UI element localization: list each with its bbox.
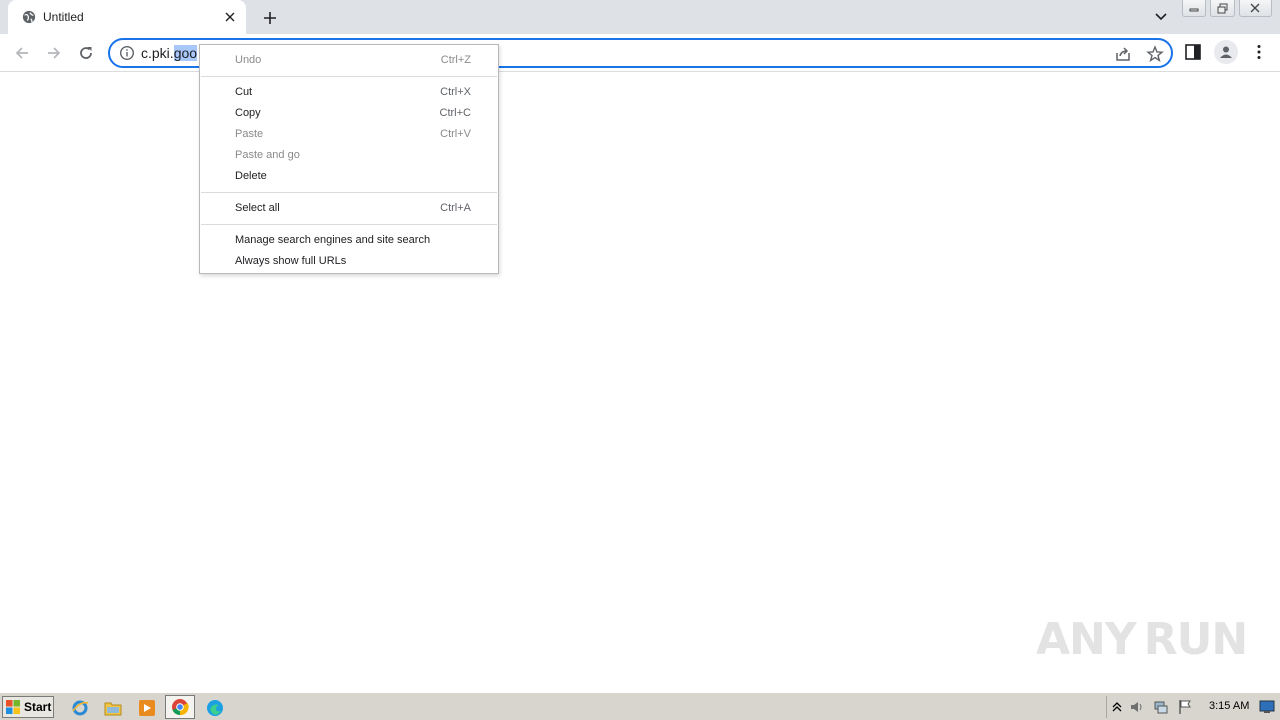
new-tab-icon[interactable] (259, 7, 281, 29)
menu-item-shortcut: Ctrl+C (439, 107, 471, 119)
url-unselected: c.pki. (141, 45, 174, 61)
menu-item-label: Copy (235, 107, 261, 119)
menu-item-undo[interactable]: Undo Ctrl+Z (200, 50, 498, 71)
context-menu: Undo Ctrl+Z Cut Ctrl+X Copy Ctrl+C Paste… (199, 44, 499, 274)
menu-item-shortcut: Ctrl+V (440, 128, 471, 140)
back-arrow-icon[interactable] (10, 41, 34, 65)
menu-item-shortcut: Ctrl+Z (440, 54, 471, 66)
menu-item-shortcut: Ctrl+A (440, 202, 471, 214)
more-menu-icon[interactable] (1250, 42, 1268, 62)
forward-arrow-icon[interactable] (42, 41, 66, 65)
start-button[interactable]: Start (2, 696, 54, 718)
url-selection: goo (173, 45, 198, 61)
system-tray: 3:15 AM (1106, 696, 1280, 718)
network-icon[interactable] (1153, 699, 1169, 715)
side-panel-icon[interactable] (1184, 43, 1202, 61)
taskbar-clock[interactable]: 3:15 AM (1209, 700, 1249, 712)
watermark-right-text: RUN (1143, 613, 1248, 665)
menu-separator (201, 76, 497, 77)
menu-item-label: Delete (235, 170, 267, 182)
watermark-left-text: ANY (1036, 613, 1137, 665)
show-hidden-icons-icon[interactable] (1109, 699, 1125, 715)
menu-item-label: Select all (235, 202, 280, 214)
volume-icon[interactable] (1129, 699, 1145, 715)
chrome-taskbar-icon[interactable] (165, 695, 195, 719)
action-center-flag-icon[interactable] (1177, 699, 1193, 715)
menu-item-cut[interactable]: Cut Ctrl+X (200, 82, 498, 103)
menu-item-label: Undo (235, 54, 262, 66)
file-explorer-icon[interactable] (102, 697, 124, 719)
menu-item-label: Paste and go (235, 149, 300, 161)
anyrun-watermark: ANY RUN (1036, 608, 1248, 670)
menu-item-label: Manage search engines and site search (235, 234, 431, 246)
tab-title: Untitled (43, 10, 84, 24)
menu-item-select-all[interactable]: Select all Ctrl+A (200, 198, 498, 219)
bookmark-star-icon[interactable] (1146, 45, 1164, 63)
menu-separator (201, 192, 497, 193)
edge-icon[interactable] (204, 697, 226, 719)
menu-item-paste[interactable]: Paste Ctrl+V (200, 124, 498, 145)
menu-item-paste-and-go[interactable]: Paste and go (200, 145, 498, 166)
menu-item-label: Always show full URLs (235, 255, 347, 267)
chevron-down-icon[interactable] (1151, 7, 1171, 27)
url-text[interactable]: c.pki.goo (141, 45, 198, 61)
start-label: Start (24, 700, 52, 714)
menu-item-label: Cut (235, 86, 253, 98)
menu-item-delete[interactable]: Delete (200, 166, 498, 187)
menu-separator (201, 224, 497, 225)
internet-explorer-icon[interactable] (69, 697, 91, 719)
close-tab-icon[interactable] (222, 9, 238, 25)
windows-logo-icon (6, 700, 20, 714)
menu-item-manage-search-engines[interactable]: Manage search engines and site search (200, 230, 498, 251)
menu-item-label: Paste (235, 128, 264, 140)
menu-item-copy[interactable]: Copy Ctrl+C (200, 103, 498, 124)
browser-toolbar: c.pki.goo (0, 34, 1280, 72)
globe-icon (22, 10, 36, 24)
menu-item-shortcut: Ctrl+X (440, 86, 471, 98)
minimize-icon[interactable] (1182, 0, 1207, 17)
taskbar: Start 3:15 AM (0, 692, 1280, 720)
menu-item-always-show-full-urls[interactable]: Always show full URLs (200, 251, 498, 272)
info-icon[interactable] (119, 45, 135, 61)
close-window-icon[interactable] (1238, 0, 1272, 17)
show-desktop-icon[interactable] (1259, 699, 1275, 715)
tab-strip: Untitled (0, 0, 1280, 34)
reload-icon[interactable] (74, 41, 98, 65)
media-player-icon[interactable] (136, 697, 158, 719)
restore-icon[interactable] (1210, 0, 1235, 17)
window-controls (1182, 0, 1276, 17)
share-icon[interactable] (1114, 45, 1132, 63)
profile-avatar-icon[interactable] (1214, 40, 1238, 64)
tab-untitled[interactable]: Untitled (8, 0, 246, 34)
